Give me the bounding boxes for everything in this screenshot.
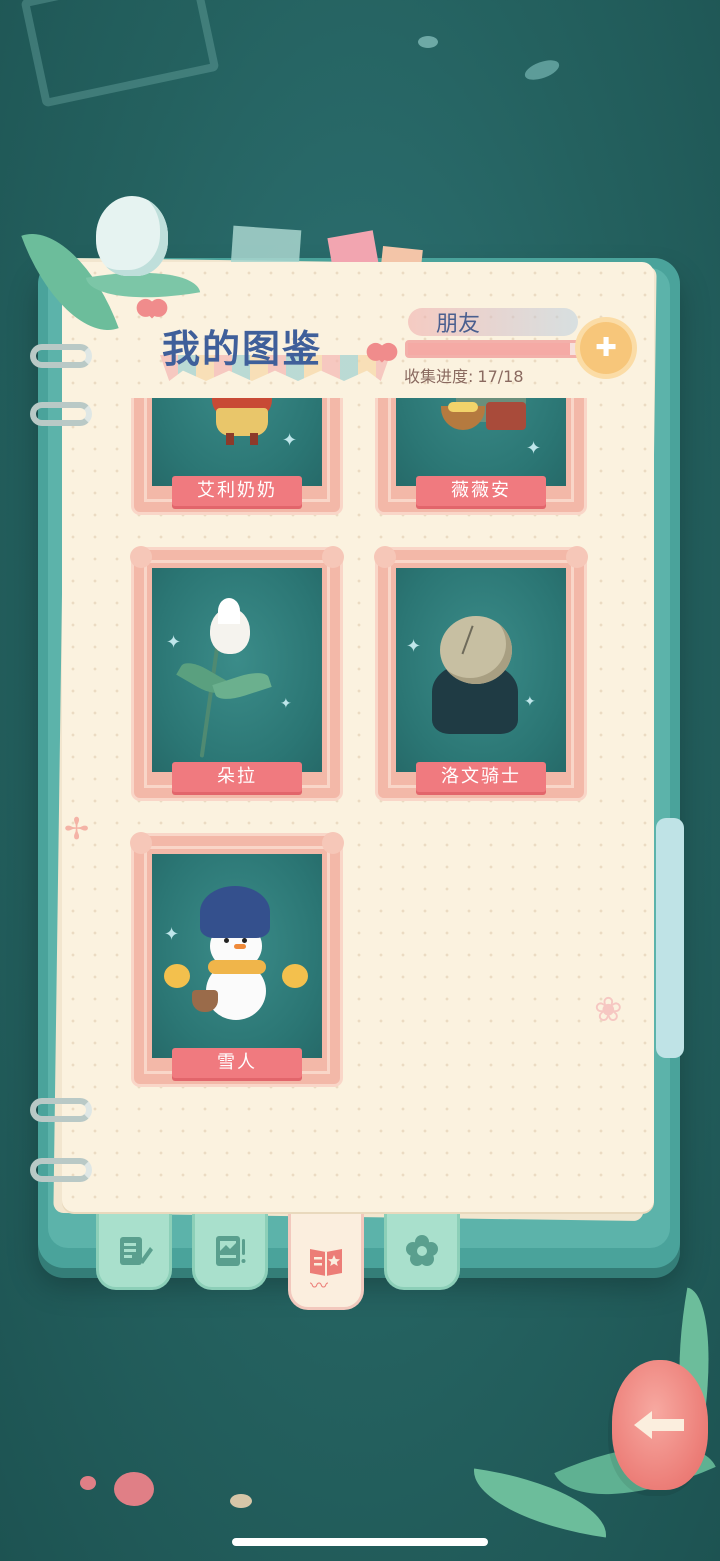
home-indicator[interactable] — [232, 1538, 488, 1546]
heart-icon — [373, 345, 391, 363]
background-bubble — [418, 36, 438, 48]
sparkle-icon: ✦ — [282, 430, 298, 451]
collection-progress-text: 收集进度: 17/18 — [404, 363, 524, 387]
friendship-level-label: 朋友 — [436, 312, 481, 337]
snowman-bag-art — [192, 990, 218, 1012]
card-name-label: 洛文骑士 — [416, 762, 546, 792]
card-illustration: ✦ ✦ — [152, 568, 322, 772]
pebble-decoration — [114, 1472, 154, 1506]
vivian-bread-art — [448, 402, 478, 412]
sparkle-icon: ✦ — [166, 632, 182, 653]
snowman-eye-art — [242, 938, 247, 943]
sparkle-decoration-icon: ✢ — [64, 812, 90, 847]
tab-album[interactable] — [192, 1214, 268, 1290]
snowman-nose-art — [234, 944, 246, 949]
card-illustration: ✦ — [396, 398, 566, 486]
tab-flowers[interactable] — [384, 1214, 460, 1290]
granny-skirt-art — [216, 408, 268, 436]
snowman-scarf-art — [208, 960, 266, 974]
card-illustration: ✦ — [152, 854, 322, 1058]
flower-stem-art — [199, 638, 221, 758]
photo-album-icon — [216, 1235, 246, 1266]
granny-legs-art — [226, 433, 258, 445]
card-grid-viewport[interactable]: ✦ 艾利奶奶 ✦ 薇薇安 ✦ ✦ 朵拉 ✦ ✦ 洛文骑士 ✦ 雪人 — [120, 398, 620, 1118]
collection-card-knight-loewen[interactable]: ✦ ✦ 洛文骑士 — [374, 546, 588, 798]
heart-icon — [143, 301, 161, 319]
page-title: 我的图鉴 — [162, 327, 323, 371]
sparkle-icon: ✦ — [280, 696, 292, 712]
flower-leaf-art — [212, 667, 272, 705]
tab-diary[interactable] — [96, 1214, 172, 1290]
binder-ring — [30, 402, 92, 426]
collection-card-granny-ellie[interactable]: ✦ 艾利奶奶 — [134, 398, 340, 512]
binder-ring — [30, 1098, 92, 1122]
tulip-sketch-decoration-icon: ❀ — [594, 990, 623, 1030]
collection-card-vivian[interactable]: ✦ 薇薇安 — [378, 398, 584, 512]
snowman-eye-art — [224, 938, 229, 943]
binder-ring — [30, 1158, 92, 1182]
vivian-skirt-art — [486, 402, 526, 430]
card-name-label: 艾利奶奶 — [172, 476, 302, 506]
notebook-pencil-icon — [120, 1236, 153, 1265]
collection-card-dora[interactable]: ✦ ✦ 朵拉 — [130, 546, 344, 798]
snowman-mitten-art — [164, 964, 190, 988]
collection-progress-bar — [405, 340, 583, 358]
side-tab-decoration — [656, 818, 684, 1058]
sparkle-icon: ✦ — [524, 694, 536, 710]
back-arrow-icon — [634, 1411, 684, 1439]
collection-progress-label: 收集进度: — [404, 367, 474, 386]
active-tab-doodle-icon: 〰 — [310, 1276, 328, 1297]
tulip-character-decoration — [96, 196, 168, 276]
background-frame-decoration — [20, 0, 220, 108]
binder-ring — [30, 344, 92, 368]
pebble-decoration — [230, 1494, 252, 1508]
card-name-label: 朵拉 — [172, 762, 302, 792]
back-button[interactable] — [612, 1360, 708, 1490]
level-label-highlight — [408, 308, 578, 336]
snowman-hat-art — [200, 886, 270, 938]
collection-card-snowman[interactable]: ✦ 雪人 — [130, 832, 344, 1084]
page-title-area: 我的图鉴 — [140, 300, 400, 390]
flower-petal-art — [218, 598, 240, 624]
sparkle-icon: ✦ — [526, 438, 542, 459]
collection-progress-count: 17/18 — [477, 367, 524, 386]
card-illustration: ✦ ✦ — [396, 568, 566, 772]
card-name-label: 薇薇安 — [416, 476, 546, 506]
flower-icon — [406, 1234, 438, 1266]
sparkle-icon: ✦ — [164, 924, 180, 945]
gift-badge-icon[interactable]: ✚ — [580, 322, 632, 374]
snowman-mitten-art — [282, 964, 308, 988]
card-name-label: 雪人 — [172, 1048, 302, 1078]
collection-progress-fill — [408, 343, 571, 355]
pebble-decoration — [80, 1476, 96, 1490]
card-illustration: ✦ — [152, 398, 322, 486]
background-bubble — [522, 56, 562, 84]
notebook-tab-bar — [96, 1214, 466, 1314]
sparkle-icon: ✦ — [406, 636, 422, 657]
